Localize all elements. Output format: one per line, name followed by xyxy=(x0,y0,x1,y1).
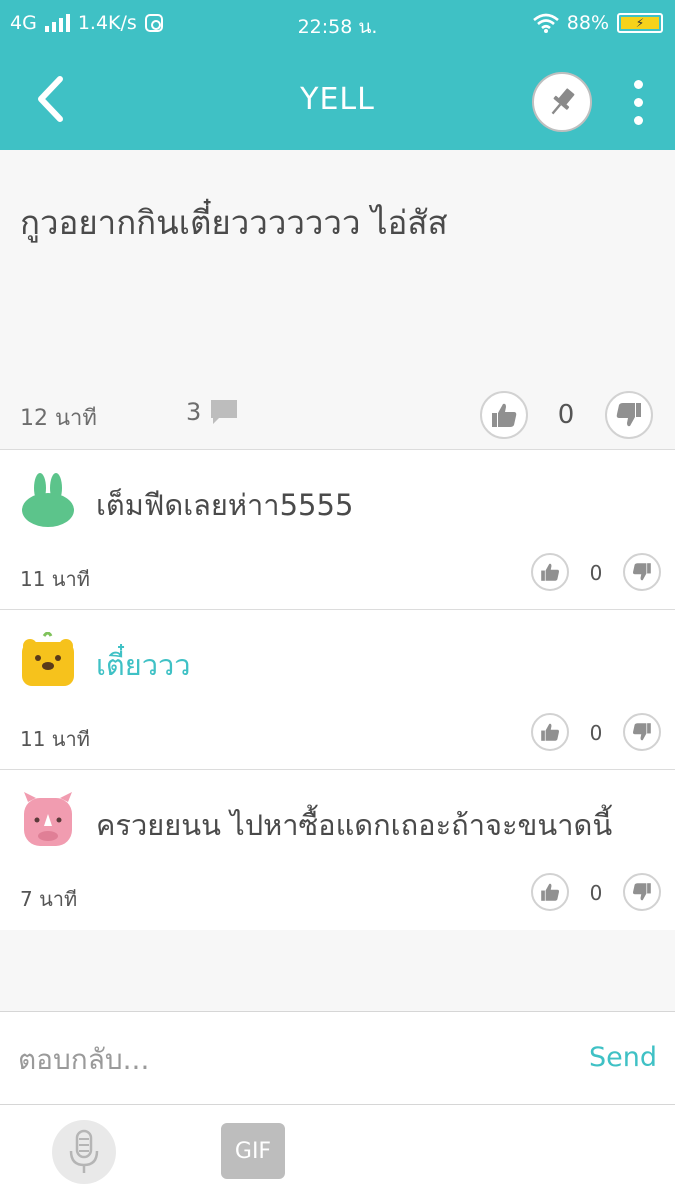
reply-item: เต็มฟีดเลยห่าา5555 11 นาที 0 xyxy=(0,450,675,610)
thumbs-up-icon xyxy=(492,403,517,427)
comment-bubble-icon xyxy=(211,400,238,424)
status-right: 88% ⚡ xyxy=(532,12,663,34)
battery-icon: ⚡ xyxy=(617,13,663,33)
pin-button[interactable] xyxy=(532,72,592,132)
status-bar: 4G 1.4K/s 22:58 น. 88% ⚡ xyxy=(0,0,675,46)
thumbs-down-icon xyxy=(633,723,651,741)
thumbs-down-icon xyxy=(616,403,641,427)
pin-icon xyxy=(551,88,575,115)
like-button[interactable] xyxy=(480,391,528,439)
bottom-toolbar: GIF xyxy=(0,1105,675,1200)
comment-count[interactable]: 3 xyxy=(186,398,239,426)
gif-button[interactable]: GIF xyxy=(221,1123,285,1179)
reply-text: เตี๋ยววว xyxy=(96,648,191,682)
more-dot-icon xyxy=(633,79,643,89)
reply-item: ครวยยนน ไปหาซื้อแดกเถอะถ้าจะขนาดนี้ 7 นา… xyxy=(0,770,675,930)
reply-bar: Send xyxy=(0,1011,675,1105)
charging-bolt-icon: ⚡ xyxy=(621,16,659,30)
empty-space xyxy=(0,930,675,1012)
vote-count: 0 xyxy=(589,881,603,905)
battery-percent: 88% xyxy=(566,12,609,34)
app-bar: YELL xyxy=(0,46,675,150)
wifi-icon xyxy=(532,13,559,33)
vote-count: 0 xyxy=(589,561,603,585)
reply-time: 11 นาที xyxy=(20,727,90,751)
back-arrow-icon xyxy=(38,76,63,122)
reply-text: ครวยยนน ไปหาซื้อแดกเถอะถ้าจะขนาดนี้ xyxy=(96,808,613,842)
reply-time: 7 นาที xyxy=(20,887,78,911)
dislike-button[interactable] xyxy=(605,391,653,439)
post-text: กูวอยากกินเตี๋ยววววววว ไอ่สัส xyxy=(20,203,448,242)
yellow-bear-icon xyxy=(22,632,74,686)
send-button[interactable]: Send xyxy=(589,1042,657,1073)
more-options-button[interactable] xyxy=(622,72,654,132)
thumbs-up-icon xyxy=(541,563,559,581)
reply-text: เต็มฟีดเลยห่าา5555 xyxy=(96,488,354,522)
pink-rhino-icon xyxy=(24,792,72,846)
comment-count-value: 3 xyxy=(186,398,202,426)
microphone-button[interactable] xyxy=(52,1120,116,1184)
reply-time: 11 นาที xyxy=(20,567,90,591)
dislike-button[interactable] xyxy=(623,873,661,911)
like-button[interactable] xyxy=(531,553,569,591)
green-rabbit-icon xyxy=(22,473,74,527)
dislike-button[interactable] xyxy=(623,553,661,591)
microphone-icon xyxy=(69,1129,99,1173)
dislike-button[interactable] xyxy=(623,713,661,751)
reply-item: เตี๋ยววว 11 นาที 0 xyxy=(0,610,675,770)
original-post: กูวอยากกินเตี๋ยววววววว ไอ่สัส 12 นาที 3 … xyxy=(0,150,675,450)
like-button[interactable] xyxy=(531,873,569,911)
back-button[interactable] xyxy=(30,74,74,124)
vote-count: 0 xyxy=(557,400,575,430)
post-time: 12 นาที xyxy=(20,406,97,431)
thumbs-down-icon xyxy=(633,883,651,901)
more-dot-icon xyxy=(633,97,643,107)
like-button[interactable] xyxy=(531,713,569,751)
more-dot-icon xyxy=(633,115,643,125)
vote-count: 0 xyxy=(589,721,603,745)
thumbs-up-icon xyxy=(541,883,559,901)
reply-input[interactable] xyxy=(18,1034,558,1084)
thumbs-up-icon xyxy=(541,723,559,741)
thumbs-down-icon xyxy=(633,563,651,581)
